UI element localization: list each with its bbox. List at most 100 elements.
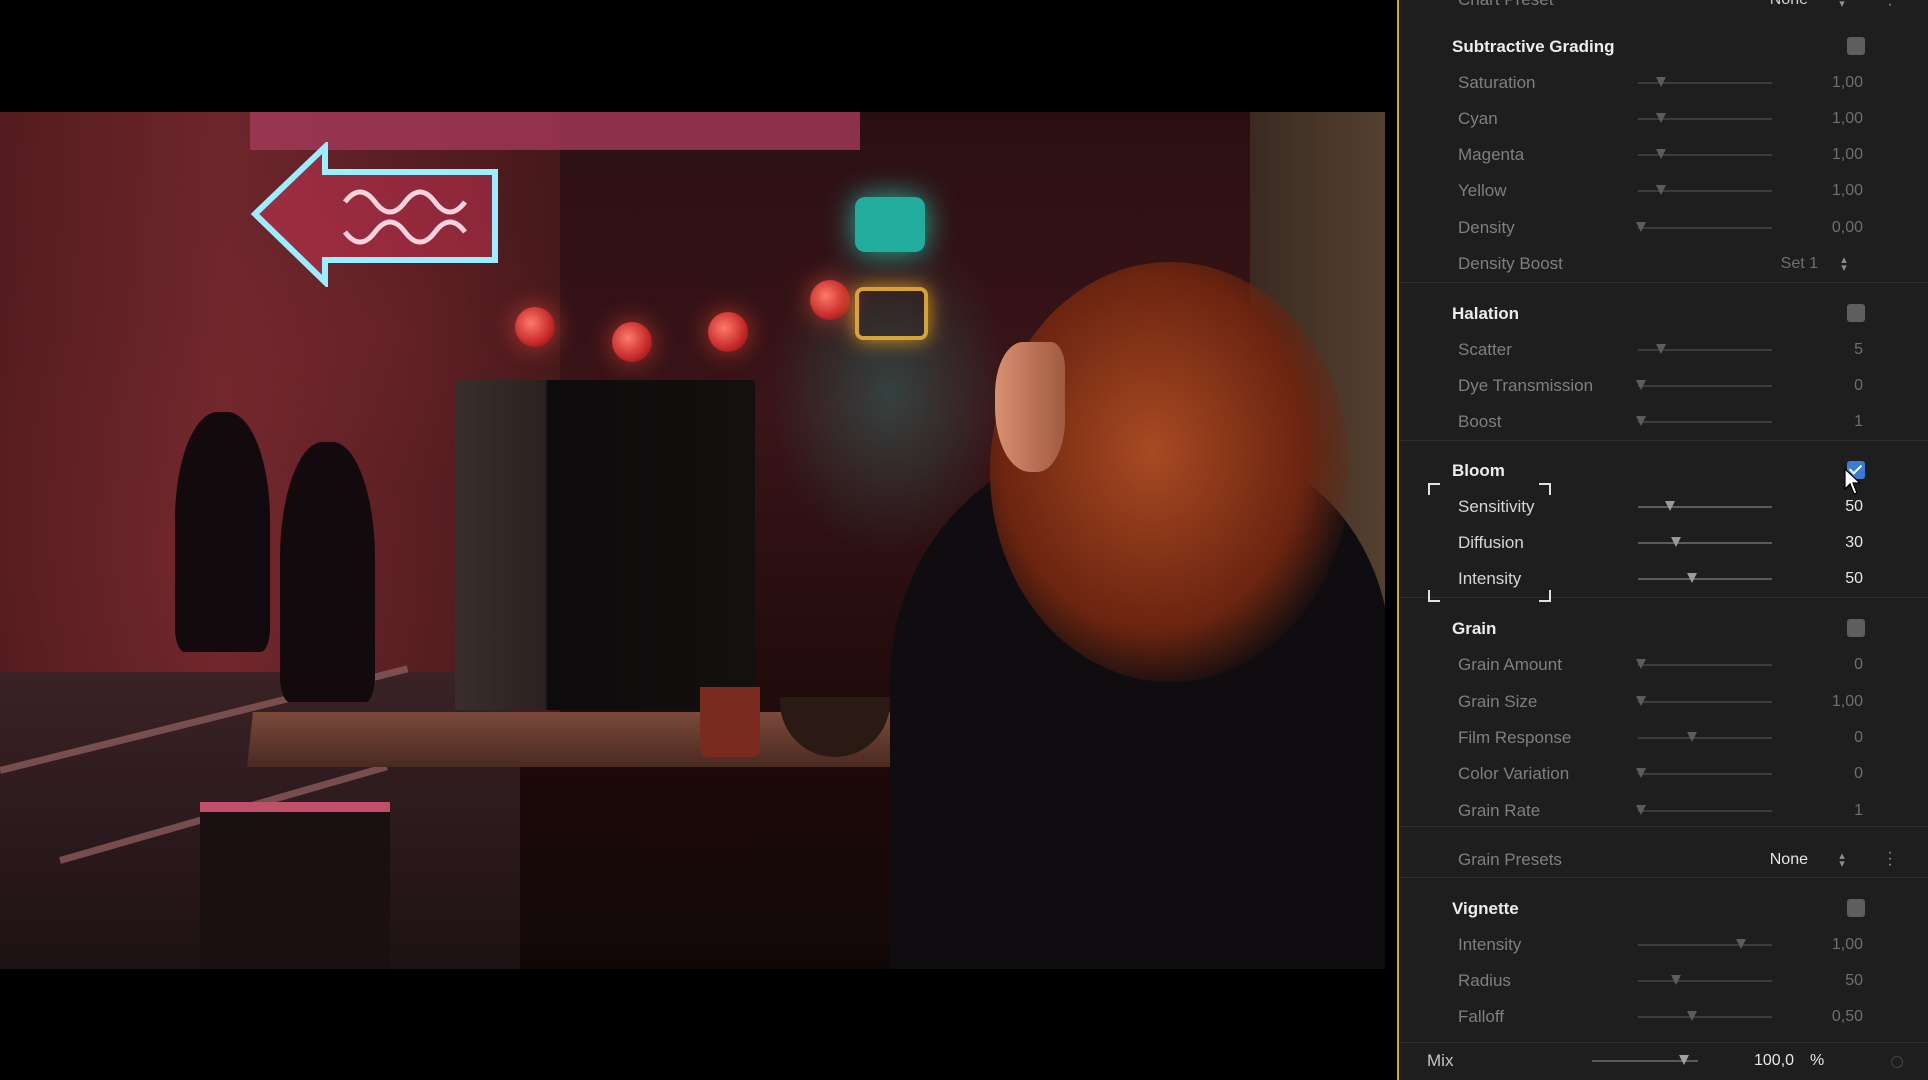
diffusion-row[interactable]: Diffusion 30 [1399, 525, 1928, 561]
sensitivity-slider[interactable] [1638, 501, 1772, 511]
falloff-value[interactable]: 0,50 [1832, 999, 1863, 1035]
scatter-slider-thumb[interactable] [1655, 344, 1666, 354]
dye-transmission-value[interactable]: 0 [1854, 368, 1863, 404]
color-variation-slider[interactable] [1635, 768, 1772, 778]
color-variation-value[interactable]: 0 [1854, 756, 1863, 792]
radius-slider-thumb[interactable] [1670, 975, 1681, 985]
saturation-slider[interactable] [1638, 77, 1772, 87]
intensity-value[interactable]: 50 [1845, 561, 1863, 597]
scatter-slider[interactable] [1638, 344, 1772, 354]
grain-checkbox[interactable] [1847, 619, 1865, 637]
saturation-slider-thumb[interactable] [1655, 77, 1666, 87]
video-viewer[interactable] [0, 0, 1385, 1080]
halation-checkbox[interactable] [1847, 304, 1865, 322]
falloff-slider-thumb[interactable] [1686, 1011, 1697, 1021]
boost-row[interactable]: Boost 1 [1399, 404, 1928, 440]
density-boost-row[interactable]: Density Boost Set 1 ▴ ▾ [1399, 246, 1928, 282]
falloff-label: Falloff [1458, 1007, 1504, 1026]
yellow-slider-thumb[interactable] [1655, 185, 1666, 195]
mix-slider-thumb[interactable] [1679, 1055, 1690, 1065]
vignette-intensity-slider-thumb[interactable] [1736, 939, 1747, 949]
cyan-row[interactable]: Cyan 1,00 [1399, 101, 1928, 137]
boost-slider-thumb[interactable] [1635, 416, 1646, 426]
vignette-intensity-value[interactable]: 1,00 [1832, 927, 1863, 963]
cyan-slider-thumb[interactable] [1655, 113, 1666, 123]
grain-row[interactable]: Grain [1399, 611, 1928, 647]
grain-amount-slider[interactable] [1635, 659, 1772, 669]
film-response-slider-thumb[interactable] [1686, 732, 1697, 742]
saturation-row[interactable]: Saturation 1,00 [1399, 65, 1928, 101]
magenta-slider[interactable] [1638, 149, 1772, 159]
yellow-slider[interactable] [1638, 185, 1772, 195]
grain-rate-row[interactable]: Grain Rate 1 [1399, 793, 1928, 829]
dye-transmission-row[interactable]: Dye Transmission 0 [1399, 368, 1928, 404]
grain-size-slider[interactable] [1635, 696, 1772, 706]
keyframe-icon[interactable] [1891, 1056, 1903, 1068]
grain-presets-popup[interactable]: None [1770, 842, 1808, 878]
sensitivity-slider-thumb[interactable] [1665, 501, 1676, 511]
grain-rate-value[interactable]: 1 [1854, 793, 1863, 829]
halation-row[interactable]: Halation [1399, 296, 1928, 332]
magenta-slider-thumb[interactable] [1655, 149, 1666, 159]
mix-slider[interactable] [1592, 1055, 1698, 1065]
grain-amount-row[interactable]: Grain Amount 0 [1399, 647, 1928, 683]
film-response-value[interactable]: 0 [1854, 720, 1863, 756]
vignette-checkbox[interactable] [1847, 899, 1865, 917]
yellow-row[interactable]: Yellow 1,00 [1399, 173, 1928, 209]
film-response-slider[interactable] [1638, 732, 1772, 742]
grain-presets-row[interactable]: Grain Presets None ▴ ▾ · · · [1399, 842, 1928, 878]
diffusion-value[interactable]: 30 [1845, 525, 1863, 561]
intensity-slider[interactable] [1638, 573, 1772, 583]
density-boost-popup[interactable]: Set 1 [1781, 246, 1818, 282]
mix-value[interactable]: 100,0 [1754, 1043, 1794, 1079]
film-response-row[interactable]: Film Response 0 [1399, 720, 1928, 756]
color-variation-slider-thumb[interactable] [1635, 768, 1646, 778]
grain-amount-slider-thumb[interactable] [1635, 659, 1646, 669]
subtractive-grading-row[interactable]: Subtractive Grading [1399, 29, 1928, 65]
scatter-value[interactable]: 5 [1854, 332, 1863, 368]
cyan-value[interactable]: 1,00 [1832, 101, 1863, 137]
diffusion-slider-thumb[interactable] [1670, 537, 1681, 547]
boost-slider[interactable] [1635, 416, 1772, 426]
density-value[interactable]: 0,00 [1832, 210, 1863, 246]
grain-rate-slider-thumb[interactable] [1635, 805, 1646, 815]
grain-size-row[interactable]: Grain Size 1,00 [1399, 684, 1928, 720]
falloff-slider[interactable] [1638, 1011, 1772, 1021]
vignette-row[interactable]: Vignette [1399, 891, 1928, 927]
density-slider[interactable] [1635, 222, 1772, 232]
more-options-icon[interactable]: ··· [1887, 845, 1893, 873]
vignette-intensity-row[interactable]: Intensity 1,00 [1399, 927, 1928, 963]
grain-amount-value[interactable]: 0 [1854, 647, 1863, 683]
boost-value[interactable]: 1 [1854, 404, 1863, 440]
chevron-updown-icon[interactable]: ▴▾ [1836, 0, 1848, 10]
yellow-value[interactable]: 1,00 [1832, 173, 1863, 209]
magenta-value[interactable]: 1,00 [1832, 137, 1863, 173]
vignette-intensity-slider[interactable] [1638, 939, 1772, 949]
magenta-row[interactable]: Magenta 1,00 [1399, 137, 1928, 173]
chart-preset-row[interactable]: Chart Preset None ▴▾ ··· [1399, 0, 1928, 18]
grain-rate-slider[interactable] [1635, 805, 1772, 815]
density-row[interactable]: Density 0,00 [1399, 210, 1928, 246]
falloff-row[interactable]: Falloff 0,50 [1399, 999, 1928, 1035]
diffusion-slider[interactable] [1638, 537, 1772, 547]
dye-transmission-slider-thumb[interactable] [1635, 380, 1646, 390]
mix-row[interactable]: Mix 100,0 % [1399, 1042, 1928, 1079]
chevron-updown-icon[interactable]: ▴▾ [1838, 255, 1850, 274]
radius-value[interactable]: 50 [1845, 963, 1863, 999]
grain-size-value[interactable]: 1,00 [1832, 684, 1863, 720]
chevron-updown-icon[interactable]: ▴▾ [1836, 851, 1848, 870]
dye-transmission-slider[interactable] [1635, 380, 1772, 390]
density-slider-thumb[interactable] [1635, 222, 1646, 232]
color-variation-row[interactable]: Color Variation 0 [1399, 756, 1928, 792]
scatter-row[interactable]: Scatter 5 [1399, 332, 1928, 368]
intensity-slider-thumb[interactable] [1686, 573, 1697, 583]
cyan-slider[interactable] [1638, 113, 1772, 123]
saturation-value[interactable]: 1,00 [1832, 65, 1863, 101]
chart-preset-value[interactable]: None [1770, 0, 1808, 18]
subtractive-grading-checkbox[interactable] [1847, 37, 1865, 55]
radius-row[interactable]: Radius 50 [1399, 963, 1928, 999]
more-options-icon[interactable]: ··· [1887, 0, 1893, 13]
intensity-row[interactable]: Intensity 50 [1399, 561, 1928, 597]
grain-size-slider-thumb[interactable] [1635, 696, 1646, 706]
radius-slider[interactable] [1638, 975, 1772, 985]
